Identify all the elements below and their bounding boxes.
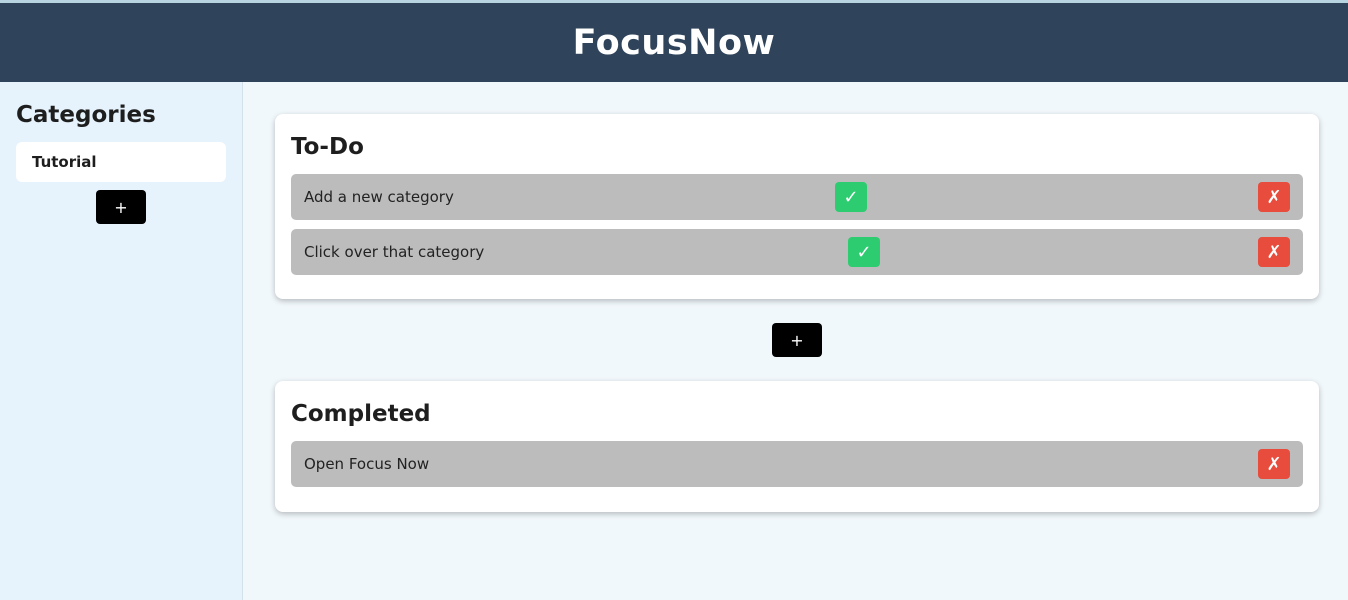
todo-task-row: Add a new category ✓ ✗ [291,174,1303,220]
task-text: Add a new category [304,188,454,206]
delete-task-button[interactable]: ✗ [1258,182,1290,212]
task-text: Click over that category [304,243,485,261]
todo-card: To-Do Add a new category ✓ ✗ Click over … [275,114,1319,299]
todo-task-row: Click over that category ✓ ✗ [291,229,1303,275]
add-task-button[interactable]: + [772,323,822,357]
sidebar-heading: Categories [16,102,156,128]
completed-task-row: Open Focus Now ✗ [291,441,1303,487]
delete-task-button[interactable]: ✗ [1258,449,1290,479]
task-text: Open Focus Now [304,455,430,473]
completed-card: Completed Open Focus Now ✗ [275,381,1319,512]
category-label: Tutorial [32,153,97,171]
category-item-tutorial[interactable]: Tutorial [16,142,226,182]
delete-task-button[interactable]: ✗ [1258,237,1290,267]
add-category-button[interactable]: + [96,190,146,224]
complete-task-button[interactable]: ✓ [835,182,867,212]
app-title: FocusNow [572,22,776,63]
todo-heading: To-Do [291,134,364,160]
completed-heading: Completed [291,401,431,427]
app-header: FocusNow [0,3,1348,82]
complete-task-button[interactable]: ✓ [848,237,880,267]
sidebar: Categories Tutorial + [0,82,243,600]
